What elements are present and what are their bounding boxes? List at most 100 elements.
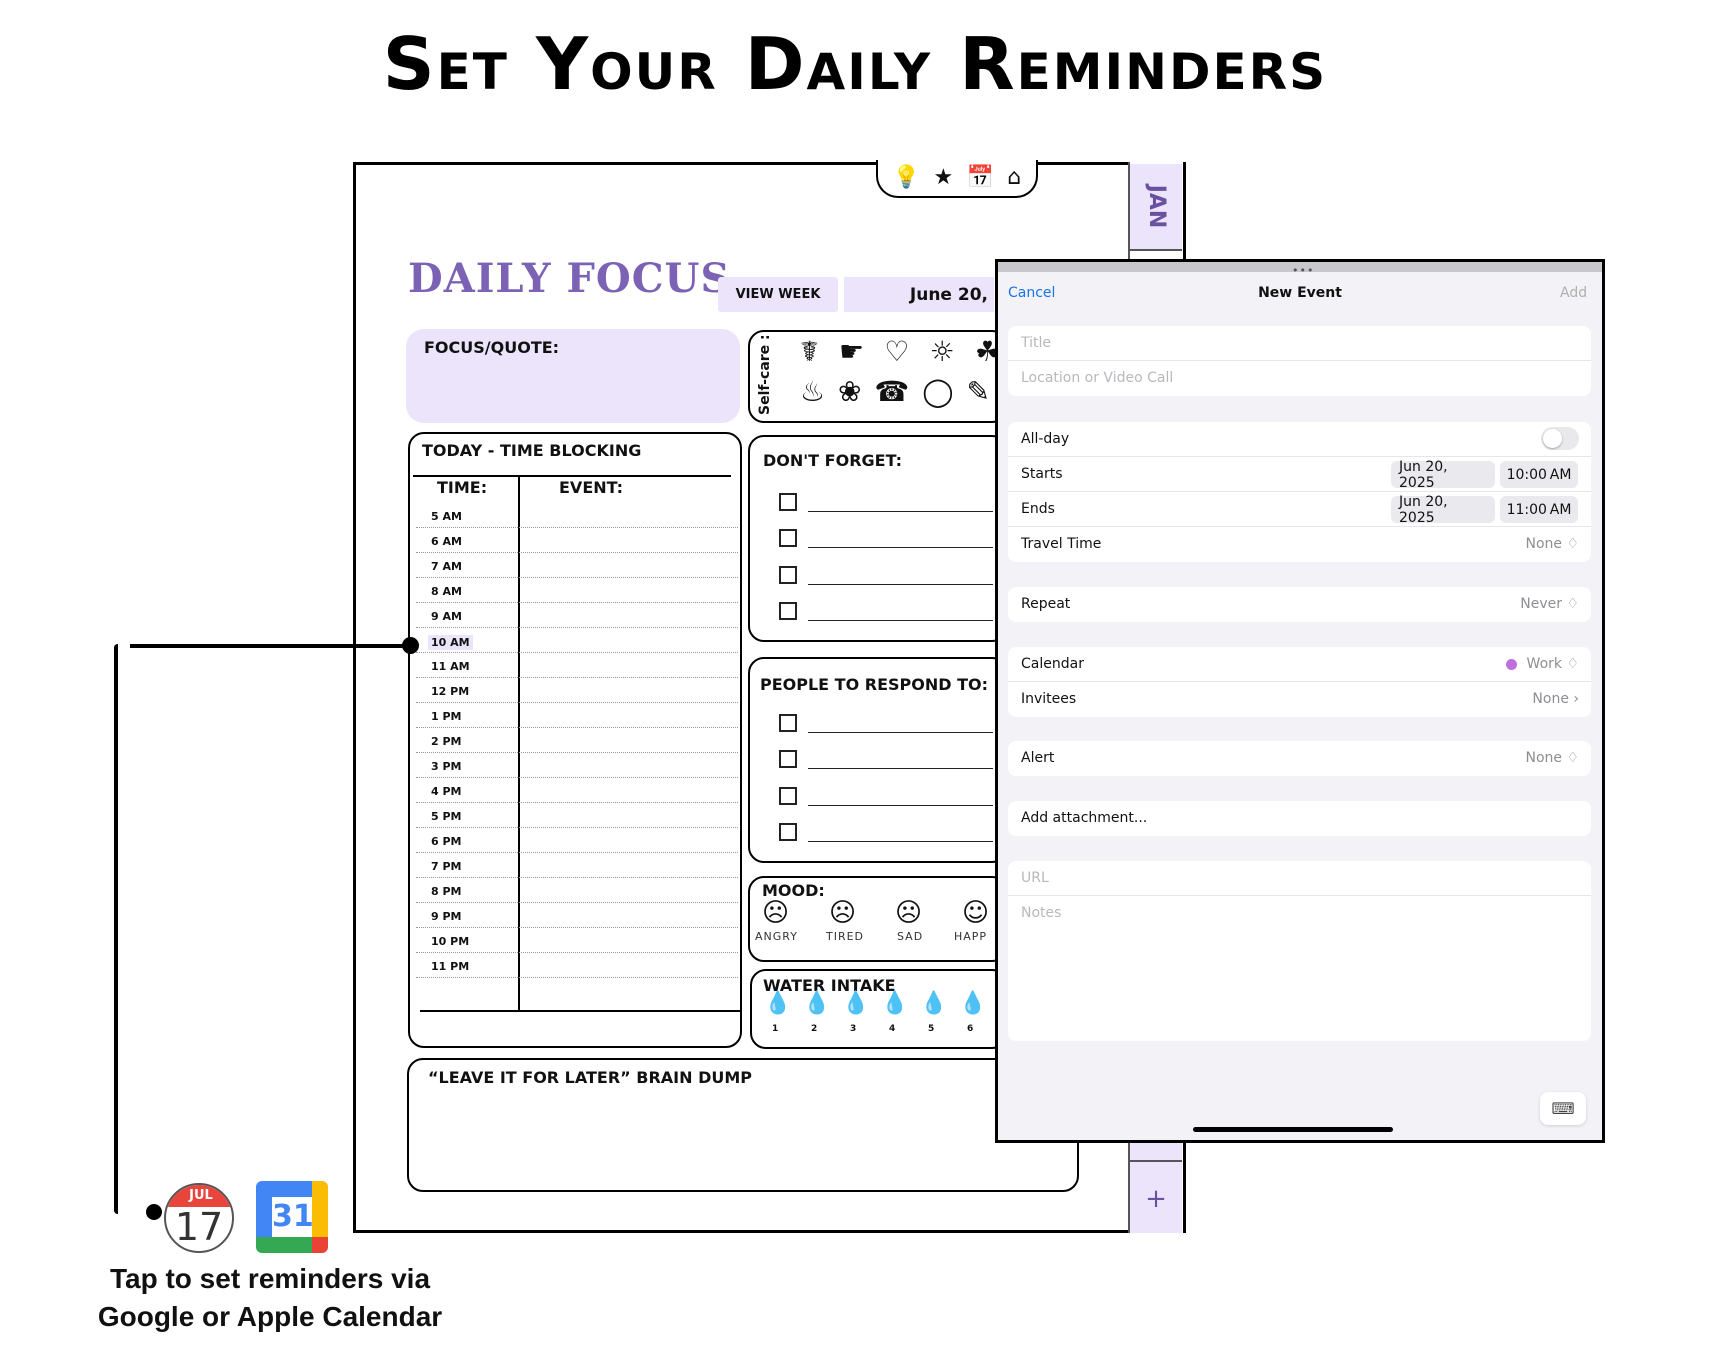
time-slot-row[interactable]: 9 AM (416, 603, 738, 628)
time-blocking-label: TODAY - TIME BLOCKING (422, 441, 642, 460)
lightbulb-icon[interactable]: 💡 (893, 167, 920, 189)
time-slot-row[interactable]: 7 AM (416, 553, 738, 578)
alert-row[interactable]: Alert None ♢ (1008, 741, 1591, 776)
time-slot-row[interactable]: 5 AM (416, 503, 738, 528)
happy-face-icon[interactable]: ☺ (962, 900, 989, 926)
time-slot-row[interactable]: 11 AM (416, 653, 738, 678)
angry-face-icon[interactable]: ☹ (762, 900, 789, 926)
water-drop-icon[interactable]: 💧 (764, 993, 791, 1015)
water-drop-number: 6 (967, 1024, 974, 1034)
medicine-icon[interactable]: ☤ (800, 338, 819, 366)
people-line[interactable] (808, 732, 993, 733)
dont-forget-checkbox[interactable] (779, 602, 797, 620)
tired-face-icon[interactable]: ☹ (829, 900, 856, 926)
repeat-row[interactable]: Repeat Never ♢ (1008, 587, 1591, 622)
sun-icon[interactable]: ☼ (930, 338, 955, 366)
water-drop-number: 4 (889, 1024, 896, 1034)
dont-forget-checkbox[interactable] (779, 566, 797, 584)
time-slot-row[interactable]: 2 PM (416, 728, 738, 753)
dont-forget-label: DON'T FORGET: (763, 451, 903, 470)
paw-icon[interactable]: ❀ (838, 378, 861, 406)
dont-forget-line[interactable] (808, 584, 993, 585)
time-slot-row[interactable]: 5 PM (416, 803, 738, 828)
dont-forget-line[interactable] (808, 620, 993, 621)
view-week-button[interactable]: VIEW WEEK (718, 277, 838, 312)
apple-calendar-icon[interactable]: JUL 17 (164, 1183, 234, 1253)
connector-line (114, 644, 118, 1214)
time-slot-row[interactable]: 8 PM (416, 878, 738, 903)
starts-date[interactable]: Jun 20, 2025 (1391, 459, 1495, 491)
water-drop-number: 2 (811, 1024, 818, 1034)
travel-time-row[interactable]: Travel Time None ♢ (1008, 527, 1591, 562)
google-calendar-red (312, 1237, 328, 1253)
time-slot-row[interactable]: 11 PM (416, 953, 738, 978)
self-care-label: Self-care : (757, 334, 773, 415)
ends-label: Ends (1021, 501, 1055, 517)
mood-happy: HAPP (954, 930, 988, 943)
time-slot-row[interactable]: 4 PM (416, 778, 738, 803)
dont-forget-line[interactable] (808, 511, 993, 512)
time-slot-row[interactable]: 10 PM (416, 928, 738, 953)
time-slot-row[interactable]: 9 PM (416, 903, 738, 928)
google-calendar-icon[interactable]: 31 (256, 1181, 328, 1253)
bathtub-icon[interactable]: ♨ (800, 378, 825, 406)
time-slot-label: 9 AM (431, 610, 462, 623)
time-slot-label: 7 PM (431, 860, 462, 873)
time-slot-row[interactable]: 8 AM (416, 578, 738, 603)
location-input[interactable]: Location or Video Call (1008, 361, 1591, 396)
water-drop-icon[interactable]: 💧 (803, 993, 830, 1015)
add-button[interactable]: Add (1560, 285, 1587, 301)
title-input[interactable]: Title (1008, 326, 1591, 361)
dont-forget-line[interactable] (808, 547, 993, 548)
ends-date[interactable]: Jun 20, 2025 (1391, 494, 1495, 526)
people-line[interactable] (808, 841, 993, 842)
ends-time[interactable]: 11:00 AM (1500, 496, 1578, 523)
add-attachment-row[interactable]: Add attachment... (1008, 801, 1591, 836)
people-line[interactable] (808, 768, 993, 769)
starts-time[interactable]: 10:00 AM (1500, 461, 1578, 488)
cancel-button[interactable]: Cancel (1008, 285, 1055, 301)
time-slot-row[interactable]: 7 PM (416, 853, 738, 878)
heartbeat-icon[interactable]: ♡ (884, 338, 909, 366)
time-slot-row[interactable]: 12 PM (416, 678, 738, 703)
dont-forget-checkbox[interactable] (779, 529, 797, 547)
water-drop-icon[interactable]: 💧 (842, 993, 869, 1015)
tab-jan[interactable]: JAN (1130, 164, 1182, 251)
people-checkbox[interactable] (779, 787, 797, 805)
star-icon[interactable]: ★ (933, 167, 953, 189)
home-icon[interactable]: ⌂ (1007, 167, 1021, 189)
caption: Tap to set reminders via Google or Apple… (80, 1260, 460, 1336)
all-day-row: All-day (1008, 422, 1591, 457)
plus-icon[interactable]: + (1130, 1184, 1182, 1214)
people-checkbox[interactable] (779, 714, 797, 732)
url-input[interactable]: URL (1008, 861, 1591, 896)
tooth-icon[interactable]: ☛ (839, 338, 864, 366)
calendar-row[interactable]: Calendar Work ♢ (1008, 647, 1591, 682)
sad-face-icon[interactable]: ☹ (895, 900, 922, 926)
time-slot-row[interactable]: 3 PM (416, 753, 738, 778)
notes-input[interactable]: Notes (1008, 896, 1591, 1041)
water-drop-icon[interactable]: 💧 (881, 993, 908, 1015)
time-slot-label: 2 PM (431, 735, 462, 748)
people-checkbox[interactable] (779, 823, 797, 841)
keyboard-icon[interactable]: ⌨ (1540, 1092, 1586, 1125)
dont-forget-checkbox[interactable] (779, 493, 797, 511)
title-location-group: Title Location or Video Call (1008, 326, 1591, 396)
sheet-grabber[interactable]: ••• (1292, 264, 1314, 277)
people-line[interactable] (808, 805, 993, 806)
connector-line-top (130, 644, 410, 648)
time-slot-row[interactable]: 1 PM (416, 703, 738, 728)
calendar-icon[interactable]: 📅 (967, 167, 994, 189)
people-checkbox[interactable] (779, 750, 797, 768)
time-slot-row[interactable]: 6 AM (416, 528, 738, 553)
connector-dot-calendar (146, 1204, 162, 1220)
invitees-row[interactable]: Invitees None › (1008, 682, 1591, 717)
broom-icon[interactable]: ✎ (967, 378, 990, 406)
water-drop-icon[interactable]: 💧 (920, 993, 947, 1015)
glass-icon[interactable]: ◯ (922, 378, 953, 406)
water-drop-icon[interactable]: 💧 (959, 993, 986, 1015)
all-day-toggle[interactable] (1541, 427, 1579, 450)
time-slot-row[interactable]: 6 PM (416, 828, 738, 853)
time-slot-row[interactable]: 10 AM (416, 628, 738, 653)
phone-icon[interactable]: ☎ (874, 378, 909, 406)
